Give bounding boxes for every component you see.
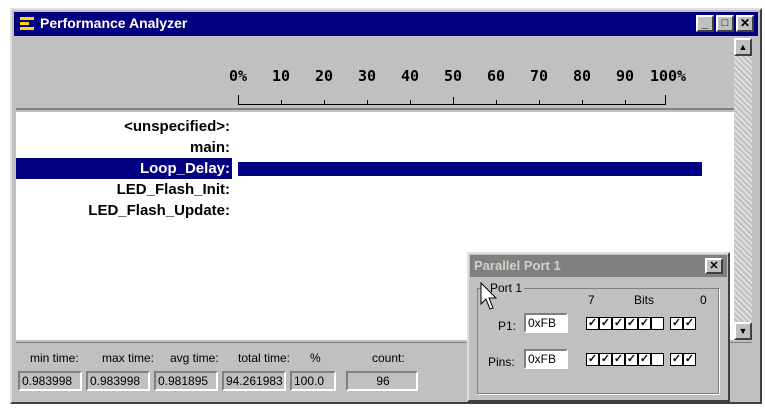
scale-tick-label: 20 xyxy=(314,67,334,85)
min-time-label: min time: xyxy=(30,351,79,365)
parallel-port-window: Parallel Port 1 ✕ Port 1 7 Bits 0 P1: 0x… xyxy=(467,252,730,402)
bit-checkbox[interactable]: ✓ xyxy=(586,317,599,330)
scale-tick-label: 10 xyxy=(271,67,291,85)
bit-checkbox[interactable]: ✓ xyxy=(625,353,638,366)
bit-high-label: 7 xyxy=(588,293,595,307)
scale-tick-label: 50 xyxy=(443,67,463,85)
scale-minor-tick xyxy=(324,100,325,104)
scroll-down-icon[interactable]: ▼ xyxy=(734,322,752,340)
scale-minor-tick xyxy=(625,100,626,104)
window-title: Performance Analyzer xyxy=(40,15,188,31)
bit-checkbox[interactable]: ✓ xyxy=(683,353,696,366)
bars-icon[interactable] xyxy=(20,16,34,32)
scale-axis xyxy=(238,95,666,105)
function-row-led-flash-update[interactable]: LED_Flash_Update: xyxy=(16,200,232,221)
bit-checkbox[interactable]: ✓ xyxy=(638,317,651,330)
bit-checkbox[interactable]: ✓ xyxy=(638,353,651,366)
bit-low-label: 0 xyxy=(700,293,707,307)
bits-label: Bits xyxy=(634,293,655,307)
min-time-value: 0.983998 xyxy=(18,371,82,391)
parallel-port-close-button[interactable]: ✕ xyxy=(705,258,723,274)
p1-value-field[interactable]: 0xFB xyxy=(524,313,568,333)
maximize-button[interactable]: □ xyxy=(716,15,734,32)
avg-time-value: 0.981895 xyxy=(154,371,218,391)
scale-minor-tick xyxy=(496,100,497,104)
vertical-scrollbar[interactable]: ▲ ▼ xyxy=(734,38,752,340)
total-time-value: 94.261983 xyxy=(222,371,286,391)
parallel-port-titlebar[interactable]: Parallel Port 1 ✕ xyxy=(470,255,727,277)
minimize-button[interactable]: _ xyxy=(696,15,714,32)
loop-delay-bar xyxy=(238,162,702,176)
function-row-loop-delay[interactable]: Loop_Delay: xyxy=(16,158,232,179)
window-titlebar[interactable]: Performance Analyzer _ □ ✕ xyxy=(14,12,758,36)
close-button[interactable]: ✕ xyxy=(736,15,754,32)
scale-minor-tick xyxy=(281,100,282,104)
scale-minor-tick xyxy=(367,100,368,104)
scale-tick-label: 90 xyxy=(615,67,635,85)
scale-tick-label: 0% xyxy=(228,67,248,85)
bit-checkbox[interactable]: ✓ xyxy=(612,353,625,366)
bit-checkbox[interactable]: ✓ xyxy=(586,353,599,366)
scale-minor-tick xyxy=(539,100,540,104)
scale-minor-tick xyxy=(410,100,411,104)
p1-label: P1: xyxy=(498,319,517,333)
pins-value-field[interactable]: 0xFB xyxy=(524,349,568,369)
percent-scale-header: 0% 10 20 30 40 50 60 70 80 90 100% xyxy=(16,38,734,110)
max-time-label: max time: xyxy=(102,351,155,365)
scale-minor-tick xyxy=(453,97,454,104)
scale-tick-label: 80 xyxy=(572,67,592,85)
function-row-main[interactable]: main: xyxy=(16,137,232,158)
bit-checkbox[interactable]: ✓ xyxy=(625,317,638,330)
scroll-up-icon[interactable]: ▲ xyxy=(734,38,752,56)
scale-tick-label: 60 xyxy=(486,67,506,85)
bit-checkbox[interactable]: ✓ xyxy=(683,317,696,330)
bit-checkbox[interactable]: ✓ xyxy=(670,353,683,366)
avg-time-label: avg time: xyxy=(170,351,219,365)
total-time-label: total time: xyxy=(238,351,291,365)
function-row-unspecified[interactable]: <unspecified>: xyxy=(16,116,232,137)
percent-value: 100.0 xyxy=(290,371,336,391)
scale-tick-label: 30 xyxy=(357,67,377,85)
bit-checkbox[interactable] xyxy=(651,317,664,330)
parallel-port-title: Parallel Port 1 xyxy=(474,258,561,273)
bit-checkbox[interactable]: ✓ xyxy=(670,317,683,330)
port-group: Port 1 7 Bits 0 P1: 0xFB ✓ ✓ ✓ ✓ ✓ ✓ ✓ Pins: 0… xyxy=(477,281,719,394)
bit-checkbox[interactable]: ✓ xyxy=(612,317,625,330)
pins-label: Pins: xyxy=(488,355,515,369)
scale-minor-tick xyxy=(582,100,583,104)
scale-tick-label: 40 xyxy=(400,67,420,85)
scale-tick-label: 70 xyxy=(529,67,549,85)
bit-checkbox[interactable] xyxy=(651,353,664,366)
function-row-led-flash-init[interactable]: LED_Flash_Init: xyxy=(16,179,232,200)
count-value: 96 xyxy=(346,371,418,391)
count-label: count: xyxy=(372,351,405,365)
bit-checkbox[interactable]: ✓ xyxy=(599,353,612,366)
arrow-cursor-icon xyxy=(480,282,498,310)
max-time-value: 0.983998 xyxy=(86,371,150,391)
scale-tick-label: 100% xyxy=(649,67,687,85)
percent-label: % xyxy=(310,351,321,365)
bit-checkbox[interactable]: ✓ xyxy=(599,317,612,330)
